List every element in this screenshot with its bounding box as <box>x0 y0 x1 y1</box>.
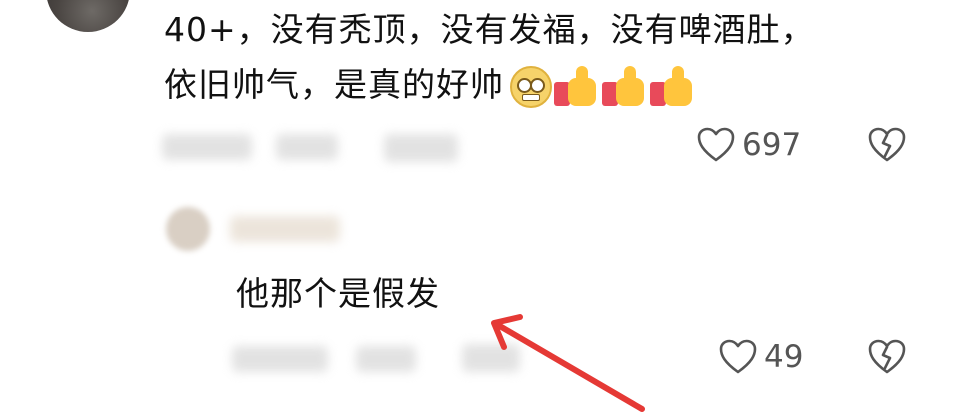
emoji-group <box>510 65 696 108</box>
broken-heart-icon <box>868 127 906 162</box>
reply-like-count: 49 <box>764 339 804 375</box>
reply-dislike-button[interactable] <box>866 338 908 376</box>
reply-button-blur[interactable] <box>384 134 458 162</box>
reply-text: 他那个是假发 <box>236 274 440 313</box>
like-count: 697 <box>742 127 802 163</box>
like-button[interactable]: 697 <box>696 126 801 164</box>
reply-meta-blur <box>356 346 416 372</box>
thumbs-up-icon <box>554 65 600 108</box>
reply-meta-blur <box>232 346 328 372</box>
comment-meta-blur <box>162 134 252 160</box>
comment-text-line-1: 40+，没有秃顶，没有发福，没有啤酒肚， <box>164 10 815 49</box>
comment-text-line-2: 依旧帅气，是真的好帅 <box>164 63 696 108</box>
avatar[interactable] <box>46 0 130 32</box>
reply-username-blur[interactable] <box>230 216 340 242</box>
red-arrow-annotation <box>491 314 645 412</box>
comment-meta-blur <box>276 134 338 160</box>
reply-avatar[interactable] <box>166 207 210 251</box>
thumbs-up-icon <box>650 65 696 108</box>
heart-outline-icon <box>697 127 735 162</box>
comment-text-line-2-text: 依旧帅气，是真的好帅 <box>164 65 504 104</box>
dislike-button[interactable] <box>866 126 908 164</box>
reply-like-button[interactable]: 49 <box>718 338 803 376</box>
heart-outline-icon <box>719 339 757 374</box>
grinning-face-icon <box>510 65 552 108</box>
broken-heart-icon <box>868 339 906 374</box>
thumbs-up-icon <box>602 65 648 108</box>
